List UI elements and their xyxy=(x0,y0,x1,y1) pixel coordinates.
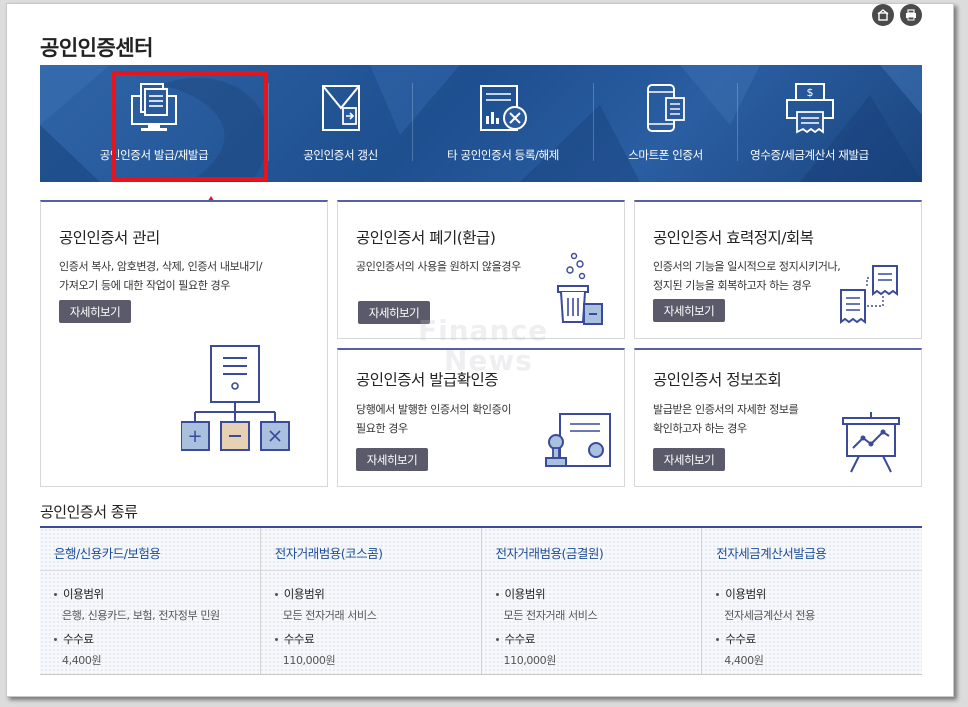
scope-value: 은행, 신용카드, 보험, 전자정부 민원 xyxy=(62,609,220,622)
certificate-stamp-icon xyxy=(544,412,614,476)
presentation-chart-icon xyxy=(839,410,903,478)
card-desc-line: 인증서의 기능을 일시적으로 정지시키거나, xyxy=(653,260,841,273)
type-column: 전자거래범용(금결원) 이용범위 모든 전자거래 서비스 수수료 110,000… xyxy=(480,528,702,674)
card-desc-line: 발급받은 인증서의 자세한 정보를 xyxy=(653,403,799,416)
top-icons xyxy=(872,4,922,26)
printer-receipt-icon: $ xyxy=(784,81,836,135)
divider xyxy=(481,570,702,571)
fee-value: 110,000원 xyxy=(503,654,557,667)
card-title: 공인인증서 효력정지/회복 xyxy=(653,229,814,247)
card-info: 공인인증서 정보조회 발급받은 인증서의 자세한 정보를 확인하고자 하는 경우… xyxy=(634,348,922,487)
type-column: 전자거래범용(코스콤) 이용범위 모든 전자거래 서비스 수수료 110,000… xyxy=(259,528,481,674)
watermark-line: Finance xyxy=(418,314,549,347)
card-desc-line: 공인인증서의 사용을 원하지 않을경우 xyxy=(356,260,521,273)
card-desc-line: 확인하고자 하는 경우 xyxy=(653,422,747,435)
highlight-box xyxy=(112,71,268,181)
banner-item-smartphone[interactable]: 스마트폰 인증서 xyxy=(594,65,737,182)
card-manage: 공인인증서 관리 인증서 복사, 암호변경, 삭제, 인증서 내보내기/ 가져오… xyxy=(40,200,328,487)
scope-label: 이용범위 xyxy=(716,586,766,602)
scope-value: 전자세금계산서 전용 xyxy=(724,609,815,622)
svg-text:$: $ xyxy=(806,86,813,99)
detail-button[interactable]: 자세히보기 xyxy=(653,448,725,471)
type-column: 전자세금계산서발급용 이용범위 전자세금계산서 전용 수수료 4,400원 xyxy=(701,528,922,674)
fee-label: 수수료 xyxy=(495,631,535,647)
scope-value: 모든 전자거래 서비스 xyxy=(282,609,377,622)
type-name: 전자세금계산서발급용 xyxy=(716,546,827,561)
fee-value: 4,400원 xyxy=(62,654,102,667)
detail-button[interactable]: 자세히보기 xyxy=(356,448,428,471)
banner-item-receipt[interactable]: $ 영수증/세금계산서 재발급 xyxy=(738,65,881,182)
documents-transfer-icon xyxy=(837,264,903,332)
envelope-renew-icon xyxy=(319,81,363,135)
card-suspend: 공인인증서 효력정지/회복 인증서의 기능을 일시적으로 정지시키거나, 정지된… xyxy=(634,200,922,339)
smartphone-icon xyxy=(642,81,690,135)
card-title: 공인인증서 관리 xyxy=(59,229,160,247)
card-desc-line: 필요한 경우 xyxy=(356,422,408,435)
divider xyxy=(260,570,481,571)
certificate-types-table: 은행/신용카드/보험용 이용범위 은행, 신용카드, 보험, 전자정부 민원 수… xyxy=(40,526,922,675)
type-name: 전자거래범용(코스콤) xyxy=(274,546,383,561)
fee-label: 수수료 xyxy=(54,631,94,647)
svg-text:+: + xyxy=(187,426,202,447)
scope-value: 모든 전자거래 서비스 xyxy=(503,609,598,622)
fee-label: 수수료 xyxy=(716,631,756,647)
card-desc-line: 가져오기 등에 대한 작업이 필요한 경우 xyxy=(59,279,231,292)
banner-item-label: 공인인증서 갱신 xyxy=(303,148,378,162)
watermark: Finance News xyxy=(418,316,548,376)
fee-value: 110,000원 xyxy=(282,654,336,667)
watermark-line: News xyxy=(444,344,533,377)
type-name: 전자거래범용(금결원) xyxy=(495,546,604,561)
banner-item-label: 스마트폰 인증서 xyxy=(628,148,703,162)
card-desc-line: 당행에서 발행한 인증서의 확인증이 xyxy=(356,403,512,416)
divider xyxy=(40,570,260,571)
print-icon[interactable] xyxy=(900,4,922,26)
trash-can-icon xyxy=(552,252,612,332)
section-title: 공인인증서 종류 xyxy=(40,503,138,521)
fee-value: 4,400원 xyxy=(724,654,764,667)
card-desc-line: 인증서 복사, 암호변경, 삭제, 인증서 내보내기/ xyxy=(59,260,263,273)
banner-item-register[interactable]: 타 공인인증서 등록/해제 xyxy=(413,65,593,182)
card-title: 공인인증서 정보조회 xyxy=(653,371,782,389)
card-title: 공인인증서 폐기(환급) xyxy=(356,229,496,247)
detail-button[interactable]: 자세히보기 xyxy=(653,299,725,322)
type-name: 은행/신용카드/보험용 xyxy=(54,546,161,561)
card-desc: 인증서 복사, 암호변경, 삭제, 인증서 내보내기/ 가져오기 등에 대한 작… xyxy=(59,257,319,295)
scope-label: 이용범위 xyxy=(495,586,546,602)
detail-button[interactable]: 자세히보기 xyxy=(59,300,131,323)
type-column: 은행/신용카드/보험용 이용범위 은행, 신용카드, 보험, 전자정부 민원 수… xyxy=(40,528,260,674)
banner-item-renew[interactable]: 공인인증서 갱신 xyxy=(269,65,412,182)
scope-label: 이용범위 xyxy=(274,586,325,602)
banner-item-label: 타 공인인증서 등록/해제 xyxy=(447,148,559,162)
page-title: 공인인증센터 xyxy=(40,36,153,60)
fee-label: 수수료 xyxy=(274,631,315,647)
scope-label: 이용범위 xyxy=(54,586,104,602)
divider xyxy=(702,570,922,571)
organization-chart-icon: + xyxy=(180,344,293,458)
home-icon[interactable] xyxy=(872,4,894,26)
chart-cancel-icon xyxy=(475,81,531,135)
card-desc-line: 정지된 기능을 회복하고자 하는 경우 xyxy=(653,279,812,292)
banner-item-label: 영수증/세금계산서 재발급 xyxy=(750,148,869,162)
